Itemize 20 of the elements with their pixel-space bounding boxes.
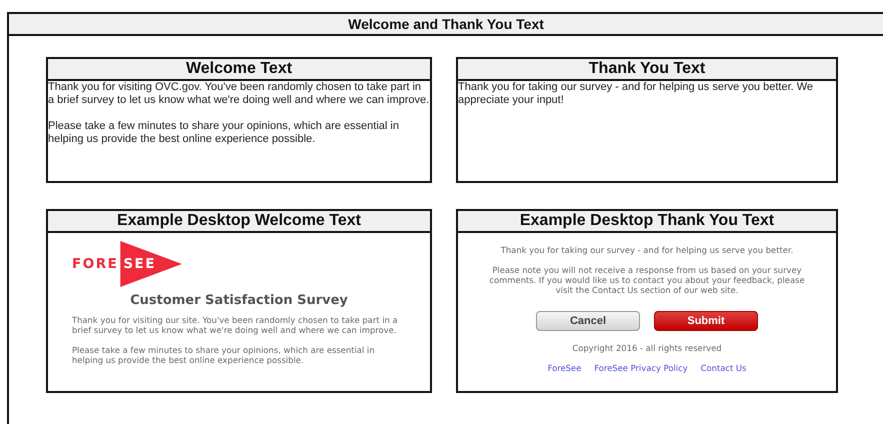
paragraph: Please note you will not receive a response from us based on your survey comments. If you would like us to contact you about your feedback, please visit the Contact Us section of our web site. (488, 265, 806, 295)
link[interactable]: ForeSee (548, 363, 582, 373)
panel-header: Welcome and Thank You Text (9, 14, 883, 36)
panel-title: Welcome Text (48, 59, 430, 81)
paragraph: Please take a few minutes to share your opinions, which are essential in helping us provide the best online experience possible. (48, 120, 400, 146)
link[interactable]: Contact Us (700, 363, 746, 373)
paragraph: Thank you for taking our survey - and for helping us serve you better. We appreciate your input! (458, 81, 814, 107)
survey-heading: Customer Satisfaction Survey (129, 293, 349, 309)
copyright-text: Copyright 2016 - all rights reserved (571, 343, 723, 353)
cancel-button[interactable]: Cancel (536, 311, 640, 331)
paragraph: Thank you for visiting OVC.gov. You've been randomly chosen to take part in a brief survey to let us know what we're doing well and where we can improve. (48, 81, 430, 107)
panel-title: Thank You Text (458, 59, 836, 81)
paragraph: Thank you for taking our survey - and for helping us serve you better. (500, 245, 794, 255)
submit-button[interactable]: Submit (654, 311, 758, 331)
paragraph: Please take a few minutes to share your opinions, which are essential in helping us provide the best online experience possible. (72, 345, 376, 365)
link[interactable]: ForeSee Privacy Policy (594, 363, 688, 373)
panel-title: Example Desktop Welcome Text (48, 211, 430, 233)
logo: FORE SEE (72, 241, 410, 287)
panel-title: Example Desktop Thank You Text (458, 211, 836, 233)
paragraph: Thank you for visiting our site. You've been randomly chosen to take part in a brief survey to let us know what we're doing well and where we can improve. (72, 315, 399, 335)
